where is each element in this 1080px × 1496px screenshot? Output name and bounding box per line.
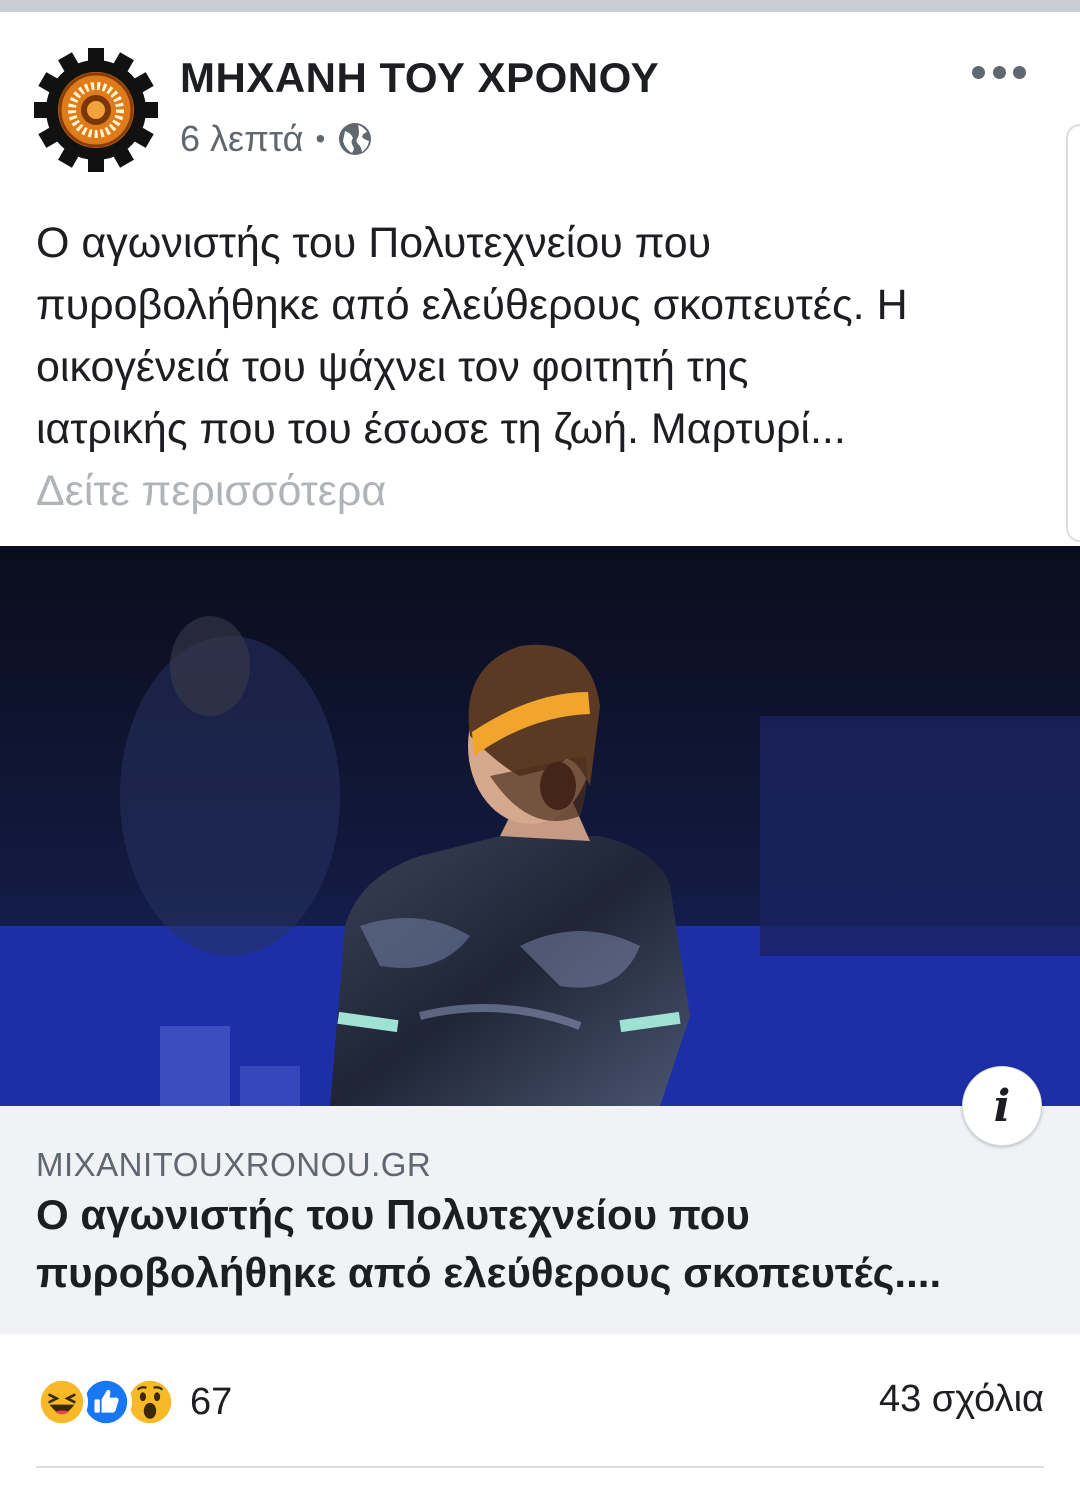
link-title-line: Ο αγωνιστής του Πολυτεχνείου που: [36, 1191, 750, 1238]
haha-icon: [36, 1376, 88, 1428]
link-domain: MIXANITOUXRONOU.GR: [36, 1146, 432, 1183]
post-text-line: Ο αγωνιστής του Πολυτεχνείου που: [36, 219, 712, 267]
avatar[interactable]: [34, 48, 158, 172]
reaction-summary[interactable]: 67: [36, 1374, 232, 1430]
post-text-line: οικογένειά του ψάχνει τον φοιτητή της: [36, 343, 749, 391]
reaction-count: 67: [190, 1380, 233, 1423]
post-text-line: ιατρικής που του έσωσε τη ζωή. Μαρτυρί..…: [36, 405, 846, 453]
post-message: Ο αγωνιστής του Πολυτεχνείου που πυροβολ…: [36, 212, 1056, 460]
meta-separator: •: [315, 123, 326, 154]
post-text-line: πυροβολήθηκε από ελεύθερους σκοπευτές. Η: [36, 281, 908, 329]
link-preview-image[interactable]: [0, 546, 1080, 1106]
post-meta: 6 λεπτά •: [180, 118, 373, 160]
comments-count[interactable]: 43 σχόλια: [879, 1378, 1044, 1421]
page-name[interactable]: ΜΗΧΑΝΗ ΤΟΥ ΧΡΟΝΟΥ: [180, 54, 659, 102]
divider: [36, 1466, 1044, 1468]
info-icon[interactable]: i: [962, 1066, 1042, 1146]
post-time[interactable]: 6 λεπτά: [180, 118, 303, 160]
top-strip: [0, 0, 1080, 12]
link-preview-box[interactable]: MIXANITOUXRONOU.GR Ο αγωνιστής του Πολυτ…: [0, 1106, 1080, 1334]
post-header: ΜΗΧΑΝΗ ΤΟΥ ΧΡΟΝΟΥ 6 λεπτά •: [0, 12, 1080, 192]
see-more-link[interactable]: Δείτε περισσότερα: [36, 460, 386, 522]
link-title[interactable]: Ο αγωνιστής του Πολυτεχνείου που πυροβολ…: [36, 1186, 1056, 1302]
link-title-line: πυροβολήθηκε από ελεύθερους σκοπευτές...…: [36, 1249, 942, 1296]
globe-icon: [339, 123, 372, 155]
more-options-icon[interactable]: [972, 62, 1026, 82]
